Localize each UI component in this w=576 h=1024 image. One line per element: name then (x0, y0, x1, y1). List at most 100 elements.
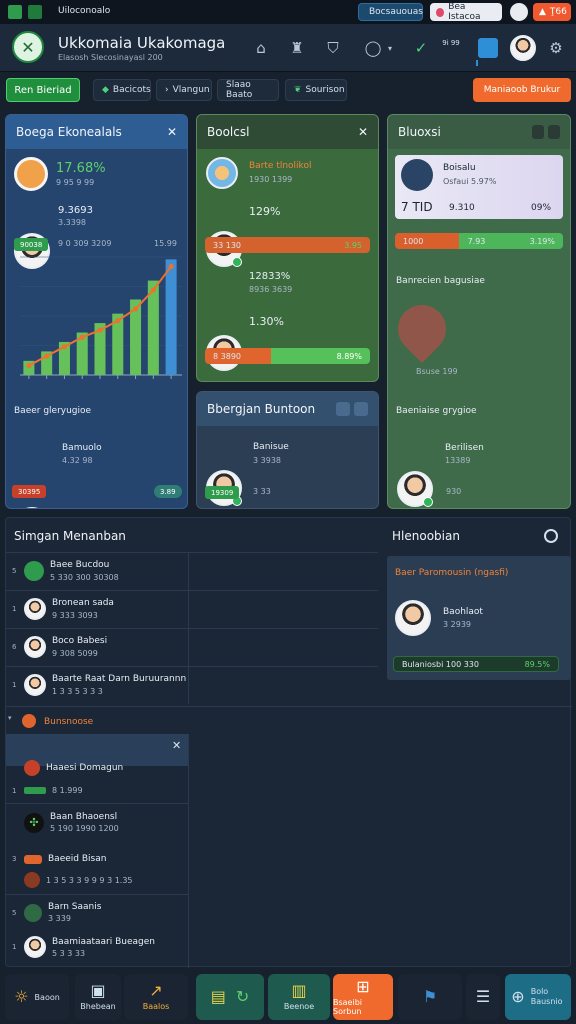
primary-button[interactable]: Ren Bieriad (6, 78, 80, 102)
menu-item[interactable]: Haaesi Domagun (12, 760, 123, 776)
refresh-icon[interactable] (544, 529, 558, 543)
divider (6, 706, 572, 707)
lock-icon[interactable] (532, 125, 544, 139)
tab-button-2[interactable]: › Vlangun (156, 79, 212, 101)
arrow-icon: › (165, 85, 169, 95)
avatar (397, 471, 433, 507)
list-item[interactable]: 1 Bronean sada 9 333 3093 (12, 598, 114, 620)
expand-icon[interactable] (354, 402, 368, 416)
list-item[interactable]: 6 Boco Babesi 9 308 5099 (12, 636, 107, 658)
nav-wallet[interactable]: ▣ Bhebean (75, 974, 121, 1020)
menu-item[interactable]: 1 Baamiaataari Bueagen 5 3 3 33 (12, 936, 155, 958)
nav-profile[interactable]: ⊕ Bolo Bausnio (505, 974, 571, 1020)
feature-title: Baer Paromousin (ngasfi) (395, 568, 509, 578)
chart-icon: ↗ (149, 981, 163, 1000)
avatar (24, 674, 46, 696)
divider (6, 552, 378, 553)
user-avatar[interactable] (510, 35, 536, 61)
close-icon[interactable]: ✕ (358, 125, 368, 139)
tab-button-1[interactable]: ◆ Bacicots (93, 79, 151, 101)
nav-flag[interactable]: ⚑ (398, 974, 462, 1020)
online-icon (232, 257, 242, 267)
main-section: Simgan Menanban Hlenoobian 5 Baee Bucdou… (5, 517, 572, 968)
row2-value: 129% (249, 205, 281, 218)
cta-button[interactable]: Maniaoob Brukur (473, 78, 571, 102)
status-badge: 19309 (205, 486, 240, 499)
section-heading: Baeniaise grygioe (396, 406, 477, 416)
row3-value: 12833% (249, 271, 291, 282)
chevron-down-icon[interactable]: ▾ (388, 44, 392, 53)
pill-orange[interactable]: ▲ Ţ66 (533, 3, 571, 21)
check-icon[interactable]: ✓ (408, 35, 434, 61)
footer-value: 930 (446, 487, 462, 496)
row2-sub: 3.3398 (58, 218, 86, 227)
menu-item[interactable]: 3 Baeeid Bisan (12, 854, 106, 864)
nav-book[interactable]: ▥ Beenoe (268, 974, 330, 1020)
section-heading: Baeer gleryugioe (14, 406, 92, 416)
avatar-icon (436, 7, 445, 17)
chat-icon[interactable]: ◯ (360, 35, 386, 61)
trend-point (61, 344, 68, 350)
divider (6, 590, 378, 591)
nav-gift[interactable]: ⊞ Bsaeibi Sorbun (333, 974, 393, 1020)
home-icon[interactable]: ⌂ (248, 35, 274, 61)
settings-icon[interactable]: ⚙ (543, 35, 569, 61)
close-icon[interactable]: ✕ (167, 125, 177, 139)
card-header: Bluoxsi (388, 115, 570, 149)
row1-sub: 1930 1399 (249, 175, 293, 184)
tag-right: 15.99 (154, 239, 177, 248)
tab-button-3[interactable]: Slaao Baato (217, 79, 279, 101)
menu-item[interactable]: 1 8 1.999 (12, 786, 83, 795)
panel-icon[interactable] (478, 38, 498, 58)
flag-icon (24, 760, 40, 776)
divider (188, 552, 189, 704)
close-icon[interactable]: ✕ (172, 739, 181, 752)
person-value: 13389 (445, 456, 471, 465)
chart-bar (165, 259, 177, 375)
feature-panel[interactable]: Baer Paromousin (ngasfi) Baohlaot 3 2939… (387, 556, 571, 680)
divider (188, 734, 189, 968)
list-item[interactable]: 1 Baarte Raat Darn Buruurannn 1 3 3 5 3 3… (12, 674, 186, 696)
status-title: Uiloconoalo (58, 6, 111, 16)
dropdown-header[interactable]: Bunsnoose (44, 717, 93, 727)
bank-icon[interactable]: ♜ (284, 35, 310, 61)
menu-item[interactable]: 1 3 5 3 3 9 9 9 3 1.35 (12, 872, 133, 888)
list-item[interactable]: 5 Baee Bucdou 5 330 300 30308 (12, 560, 119, 582)
toggle-badge[interactable]: 3.89 (154, 485, 182, 498)
more-icon[interactable] (548, 125, 560, 139)
nav-home[interactable]: ☼ Baoon (5, 974, 69, 1020)
menu-item[interactable]: ✣ Baan Bhaoensl 5 190 1990 1200 (12, 812, 119, 833)
card-header: Boega Ekonealals ✕ (6, 115, 187, 149)
trend-point (132, 306, 139, 312)
tag-icon (24, 854, 42, 864)
pill-blue[interactable]: Bocsauouas (358, 3, 423, 21)
badge-value: 3 33 (253, 487, 271, 496)
nav-stats[interactable]: ↗ Baalos (124, 974, 188, 1020)
pill-light[interactable]: Bea Istacoa (430, 2, 502, 22)
shield-icon[interactable]: ⛉ (320, 35, 346, 61)
github-icon[interactable] (510, 3, 528, 21)
map-pin-icon (388, 295, 456, 363)
app-subtitle: Elasosh Slecosinayasl 200 (58, 53, 163, 62)
menu-item[interactable]: 5 Barn Saanis 3 339 (12, 902, 101, 923)
feature-sub: 3 2939 (443, 620, 471, 629)
person-name: Berilisen (445, 443, 484, 453)
tab-button-4[interactable]: ❦ Sourison (285, 79, 347, 101)
logo-icon: ✕ (12, 31, 44, 63)
leaf-icon: ❦ (294, 85, 302, 95)
trend-point (26, 362, 32, 369)
tag-icon (24, 787, 46, 794)
wallet-icon: ▣ (90, 981, 106, 1000)
row4-value: 1.30% (249, 315, 284, 328)
summary-panel[interactable]: Boisalu Osfaui 5.97% 7 TID 9.310 09% (395, 155, 563, 219)
pin-icon[interactable] (336, 402, 350, 416)
card-bookings: Boolcsl ✕ Barte tlnolikol 1930 1399 129%… (196, 114, 379, 382)
divider (6, 628, 378, 629)
nav-docs[interactable]: ▤ ↻ (196, 974, 264, 1020)
panel-mid: 9.310 (449, 203, 475, 213)
status-badge[interactable]: 30395 (12, 485, 47, 498)
nav-list[interactable]: ☰ (466, 974, 500, 1020)
menu-icon (22, 714, 36, 728)
app-icon (8, 5, 22, 19)
divider (6, 803, 188, 804)
